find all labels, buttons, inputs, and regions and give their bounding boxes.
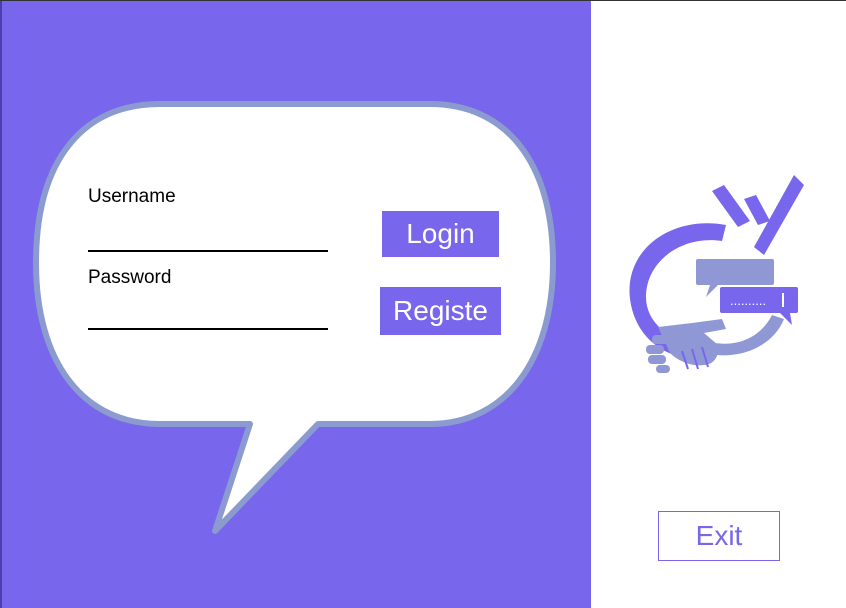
- password-input[interactable]: [88, 308, 328, 330]
- speech-bubble: [33, 101, 556, 534]
- login-window: Username Password Login Registe ........…: [0, 0, 846, 608]
- username-label: Username: [88, 186, 176, 207]
- login-button[interactable]: Login: [382, 211, 499, 257]
- password-label: Password: [88, 267, 172, 288]
- logo-password-dots: ..........: [730, 293, 766, 308]
- login-panel: Username Password Login Registe: [0, 1, 591, 608]
- register-button[interactable]: Registe: [380, 287, 501, 335]
- chat-handshake-logo-icon: ..........: [629, 175, 804, 373]
- exit-button[interactable]: Exit: [658, 511, 780, 561]
- username-input[interactable]: [88, 230, 328, 252]
